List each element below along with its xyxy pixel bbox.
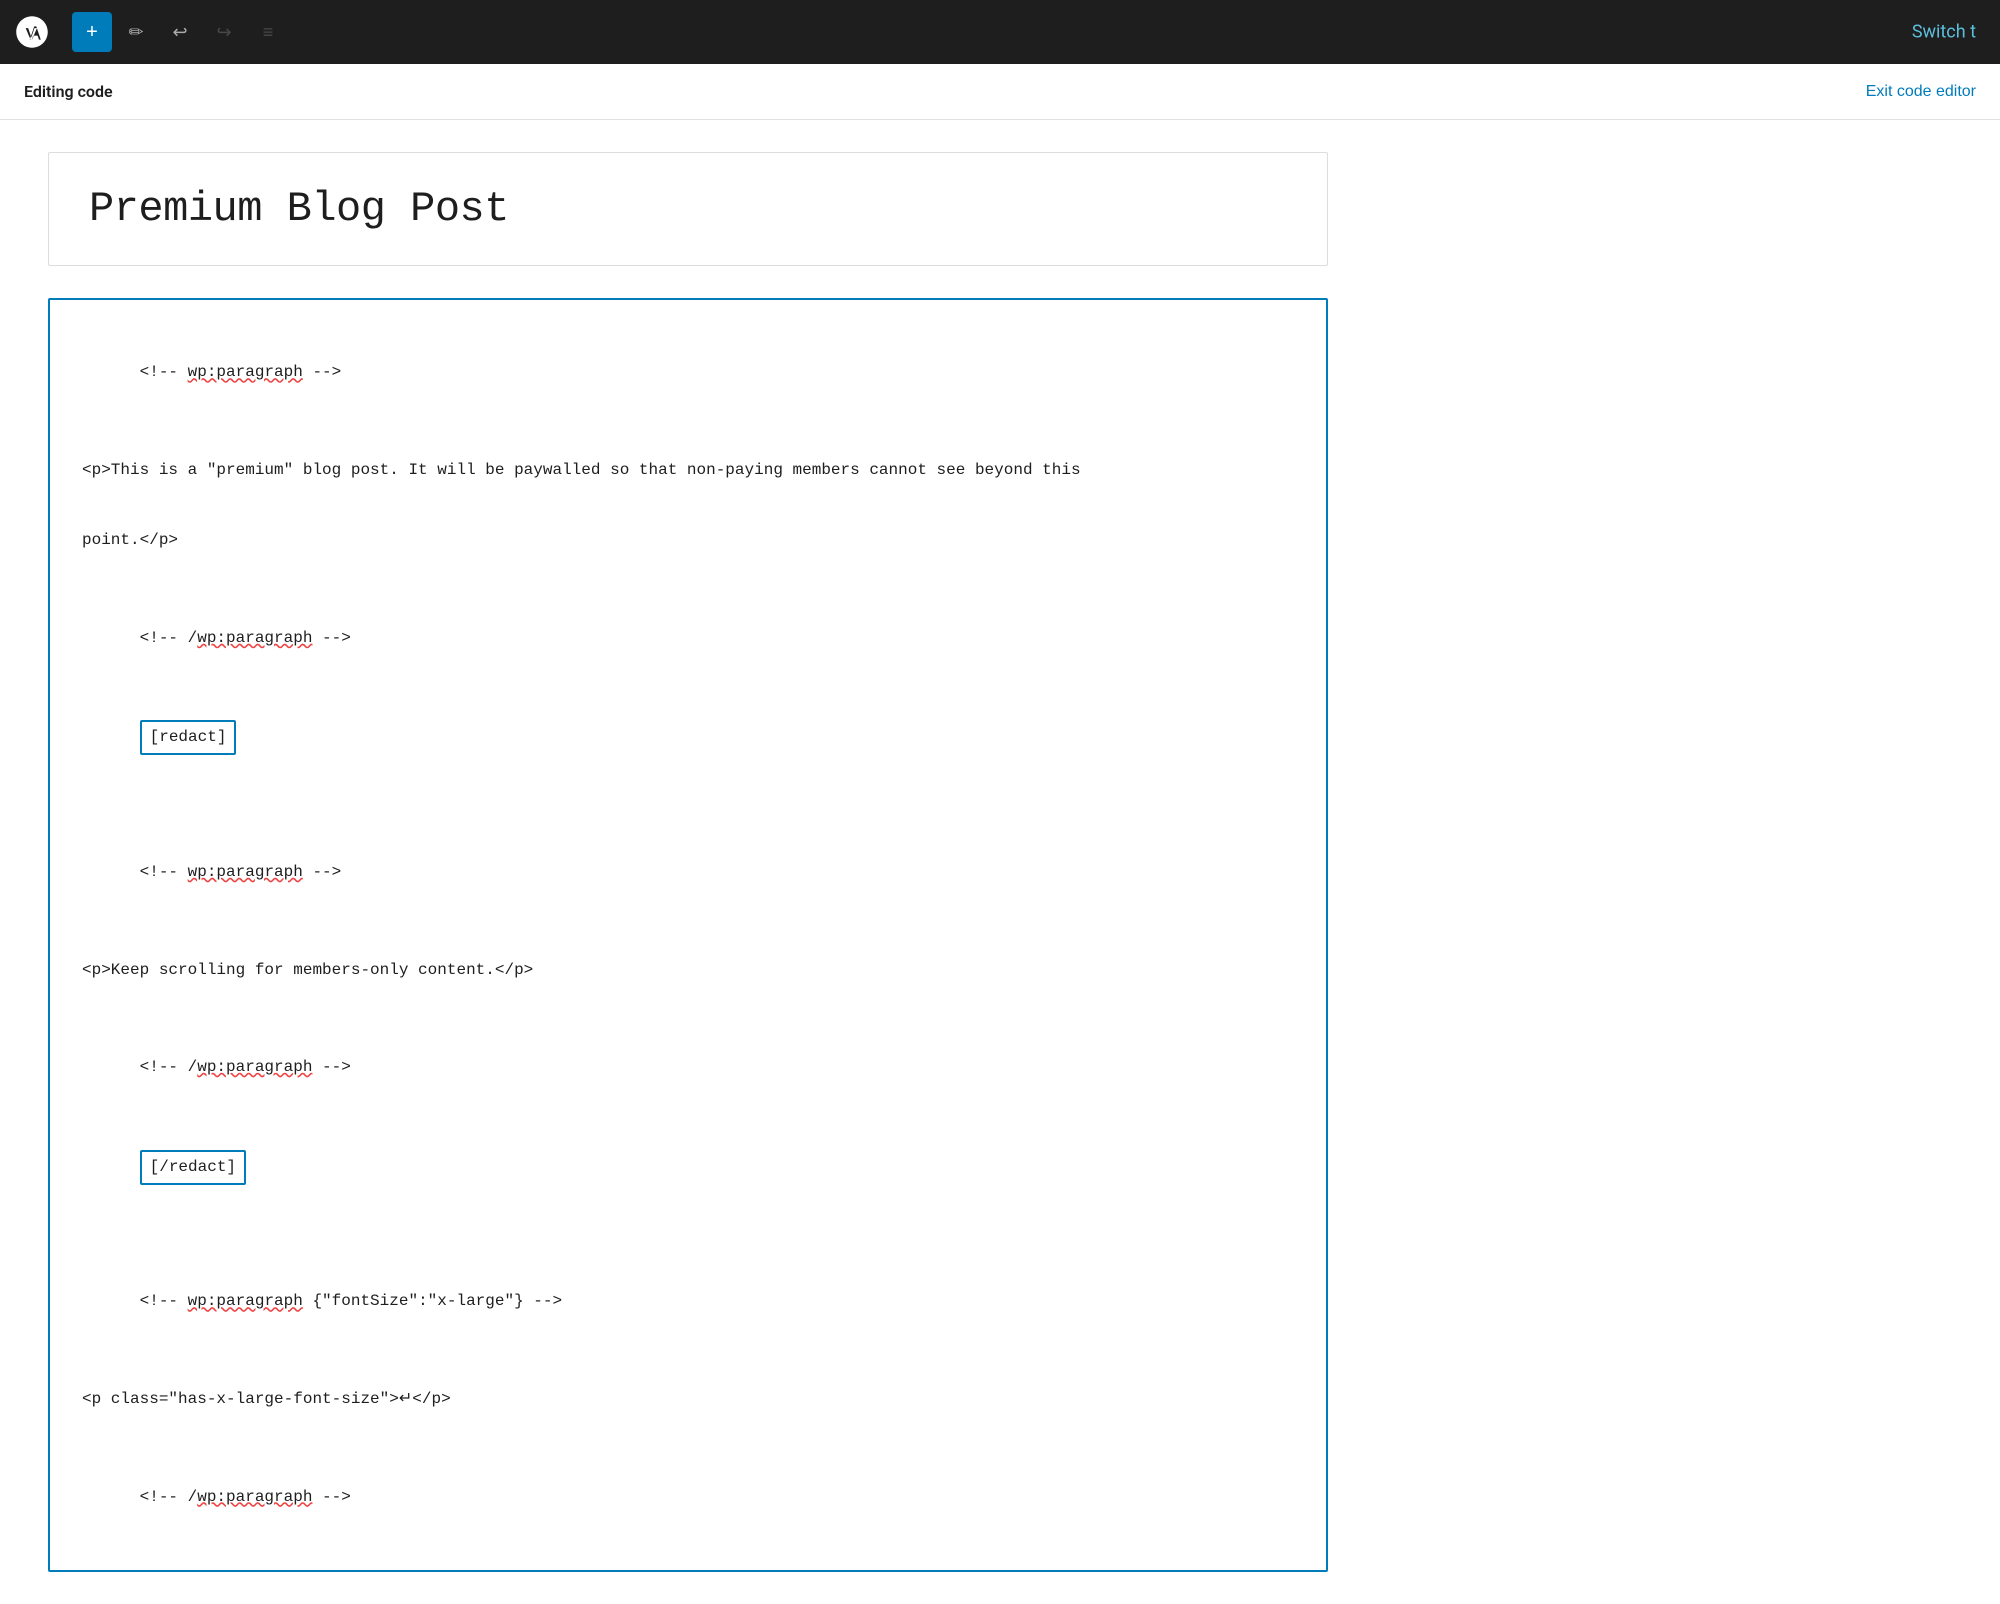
code-line: <!-- /wp:paragraph --> [82, 1456, 1294, 1538]
toolbar-right: Switch t [1912, 22, 1976, 43]
redo-button[interactable]: ↪ [204, 12, 244, 52]
title-block: Premium Blog Post [48, 152, 1328, 266]
code-line [82, 921, 1294, 948]
code-editor-block[interactable]: <!-- wp:paragraph --> <p>This is a "prem… [48, 298, 1328, 1572]
undo-button[interactable]: ↩ [160, 12, 200, 52]
code-line: <!-- wp:paragraph --> [82, 332, 1294, 414]
main-content: Premium Blog Post <!-- wp:paragraph --> … [0, 120, 2000, 1604]
code-line [82, 562, 1294, 589]
post-title: Premium Blog Post [89, 185, 1287, 233]
code-line: <p>This is a "premium" blog post. It wil… [82, 457, 1294, 484]
list-view-button[interactable]: ≡ [248, 12, 288, 52]
add-block-button[interactable]: + [72, 12, 112, 52]
code-line: point.</p> [82, 527, 1294, 554]
shortcode-redact-close: [/redact] [140, 1150, 246, 1185]
edit-icon-button[interactable]: ✏ [116, 12, 156, 52]
switch-link[interactable]: Switch t [1912, 22, 1976, 43]
shortcode-redact: [redact] [140, 720, 237, 755]
pencil-icon: ✏ [128, 22, 143, 43]
code-line [82, 797, 1294, 824]
code-line: <!-- /wp:paragraph --> [82, 598, 1294, 680]
code-line [82, 992, 1294, 1019]
code-line [82, 1421, 1294, 1448]
toolbar-actions: + ✏ ↩ ↪ ≡ [64, 12, 288, 52]
undo-icon: ↩ [172, 22, 187, 43]
code-line: <!-- wp:paragraph --> [82, 832, 1294, 914]
code-line: <p>Keep scrolling for members-only conte… [82, 957, 1294, 984]
shortcode-redact-line: [redact] [82, 687, 1294, 789]
code-line: <!-- wp:paragraph {"fontSize":"x-large"}… [82, 1261, 1294, 1343]
code-line [82, 1226, 1294, 1253]
code-line [82, 1351, 1294, 1378]
editing-code-label: Editing code [24, 82, 113, 101]
exit-code-editor-button[interactable]: Exit code editor [1866, 83, 1976, 101]
shortcode-redact-close-line: [/redact] [82, 1117, 1294, 1219]
secondary-bar: Editing code Exit code editor [0, 64, 2000, 120]
list-icon: ≡ [263, 22, 274, 43]
wp-logo[interactable] [0, 0, 64, 64]
code-line: <!-- /wp:paragraph --> [82, 1027, 1294, 1109]
toolbar: + ✏ ↩ ↪ ≡ Switch t [0, 0, 2000, 64]
redo-icon: ↪ [216, 22, 231, 43]
code-line [82, 492, 1294, 519]
code-line: <p class="has-x-large-font-size">↵</p> [82, 1386, 1294, 1413]
code-line [82, 422, 1294, 449]
